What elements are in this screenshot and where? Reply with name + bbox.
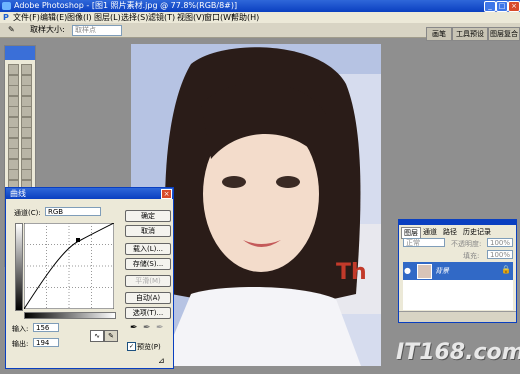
window-title: Adobe Photoshop - [图1 照片素材.jpg @ 77.8%(R… xyxy=(14,1,238,10)
maximize-button[interactable]: □ xyxy=(496,1,508,12)
tool-button[interactable] xyxy=(8,64,19,75)
tool-button[interactable] xyxy=(8,116,19,128)
ok-button[interactable]: 确定 xyxy=(125,210,171,222)
curves-title-bar: 曲线 × xyxy=(6,188,173,199)
tool-button[interactable] xyxy=(8,106,19,117)
menu-edit[interactable]: 编辑(E) xyxy=(40,12,67,23)
tab-brushes[interactable]: 画笔 xyxy=(426,27,452,41)
app-icon xyxy=(2,2,11,10)
fill-label: 填充: xyxy=(463,252,480,260)
svg-text:Th: Th xyxy=(336,260,367,285)
tool-button[interactable] xyxy=(8,95,19,107)
white-eyedropper-icon[interactable]: ✒ xyxy=(156,323,164,333)
tool-button[interactable] xyxy=(8,85,19,96)
cancel-button[interactable]: 取消 xyxy=(125,225,171,237)
menu-bar: P 文件(F) 编辑(E) 图像(I) 图层(L) 选择(S) 滤镜(T) 视图… xyxy=(0,12,520,23)
dialog-close-button[interactable]: × xyxy=(161,189,172,199)
resize-grip-icon[interactable]: ⊿ xyxy=(158,356,165,365)
input-label: 输入: xyxy=(12,325,29,333)
close-button[interactable]: × xyxy=(508,1,520,12)
watermark: IT168.com xyxy=(396,340,520,365)
sample-size-label: 取样大小: xyxy=(30,25,65,34)
tool-button[interactable] xyxy=(21,158,32,170)
menu-select[interactable]: 选择(S) xyxy=(121,12,148,23)
layer-row-background[interactable]: ● 背景 🔒 xyxy=(403,262,513,280)
layer-name: 背景 xyxy=(435,267,449,275)
blend-mode-select[interactable]: 正常 xyxy=(403,238,445,247)
tool-button[interactable] xyxy=(21,74,32,86)
save-button[interactable]: 存储(S)... xyxy=(125,258,171,270)
menu-window[interactable]: 窗口(W) xyxy=(204,12,234,23)
tool-button[interactable] xyxy=(8,137,19,149)
menu-help[interactable]: 帮助(H) xyxy=(231,12,259,23)
input-gradient-bar xyxy=(24,312,116,319)
tool-button[interactable] xyxy=(8,158,19,170)
layer-thumbnail xyxy=(417,264,432,279)
gray-eyedropper-icon[interactable]: ✒ xyxy=(143,323,151,333)
options-button[interactable]: 选项(T)... xyxy=(125,307,171,319)
tool-button[interactable] xyxy=(21,148,32,159)
layers-palette: 图层 通道 路径 历史记录 正常 不透明度: 100% 填充: 100% ● 背… xyxy=(398,219,517,323)
layers-title-bar xyxy=(399,220,516,225)
opacity-field[interactable]: 100% xyxy=(487,238,513,247)
output-field[interactable]: 194 xyxy=(33,338,59,347)
channel-select[interactable]: RGB xyxy=(45,207,101,216)
title-bar: Adobe Photoshop - [图1 照片素材.jpg @ 77.8%(R… xyxy=(0,0,520,12)
visibility-eye-icon[interactable]: ● xyxy=(404,266,411,275)
curves-dialog: 曲线 × 通道(C): RGB 输入: 156 输出: 194 ∿ ✎ 确定 取… xyxy=(5,187,174,369)
sample-size-select[interactable]: 取样点 xyxy=(72,25,122,36)
menu-image[interactable]: 图像(I) xyxy=(67,12,92,23)
input-field[interactable]: 156 xyxy=(33,323,59,332)
menu-filter[interactable]: 滤镜(T) xyxy=(148,12,175,23)
minimize-button[interactable]: _ xyxy=(484,1,496,12)
auto-button[interactable]: 自动(A) xyxy=(125,292,171,304)
curve-mode-icon[interactable]: ∿ xyxy=(90,330,104,342)
layers-footer xyxy=(399,311,516,322)
tool-button[interactable] xyxy=(21,127,32,138)
menu-layer[interactable]: 图层(L) xyxy=(94,12,121,23)
output-gradient-bar xyxy=(15,223,23,311)
tab-layer-comps[interactable]: 图层复合 xyxy=(488,27,520,41)
tool-button[interactable] xyxy=(21,169,32,180)
lock-icon: 🔒 xyxy=(501,265,511,274)
menu-file[interactable]: 文件(F) xyxy=(13,12,40,23)
ps-icon: P xyxy=(3,13,9,22)
smooth-button[interactable]: 平滑(M) xyxy=(125,275,171,287)
layers-list-empty xyxy=(403,280,513,310)
tool-button[interactable] xyxy=(8,74,19,86)
tool-button[interactable] xyxy=(21,116,32,128)
tool-button[interactable] xyxy=(21,137,32,149)
tab-tool-presets[interactable]: 工具预设 xyxy=(452,27,488,41)
black-eyedropper-icon[interactable]: ✒ xyxy=(130,323,138,333)
tool-button[interactable] xyxy=(8,148,19,159)
preview-label: 预览(P) xyxy=(137,343,161,351)
tool-button[interactable] xyxy=(21,64,32,75)
pencil-mode-icon[interactable]: ✎ xyxy=(104,330,118,342)
preview-checkbox[interactable]: ✓ xyxy=(127,342,136,351)
curve-graph[interactable] xyxy=(24,223,114,309)
load-button[interactable]: 载入(L)... xyxy=(125,243,171,255)
curves-title: 曲线 xyxy=(10,189,26,198)
tool-button[interactable] xyxy=(8,169,19,180)
eyedropper-icon[interactable]: ✎ xyxy=(8,23,15,37)
fill-field[interactable]: 100% xyxy=(487,250,513,259)
tool-button[interactable] xyxy=(8,127,19,138)
tool-button[interactable] xyxy=(21,106,32,117)
palette-well: 画笔 工具预设 图层复合 xyxy=(426,27,520,41)
menu-view[interactable]: 视图(V) xyxy=(177,12,205,23)
tool-button[interactable] xyxy=(21,95,32,107)
tab-history[interactable]: 历史记录 xyxy=(463,227,491,237)
channel-label: 通道(C): xyxy=(14,209,41,217)
opacity-label: 不透明度: xyxy=(451,240,482,248)
toolbox-header xyxy=(5,46,35,60)
output-label: 输出: xyxy=(12,340,29,348)
tool-button[interactable] xyxy=(21,85,32,96)
tab-channels[interactable]: 通道 xyxy=(423,227,437,237)
tab-paths[interactable]: 路径 xyxy=(443,227,457,237)
